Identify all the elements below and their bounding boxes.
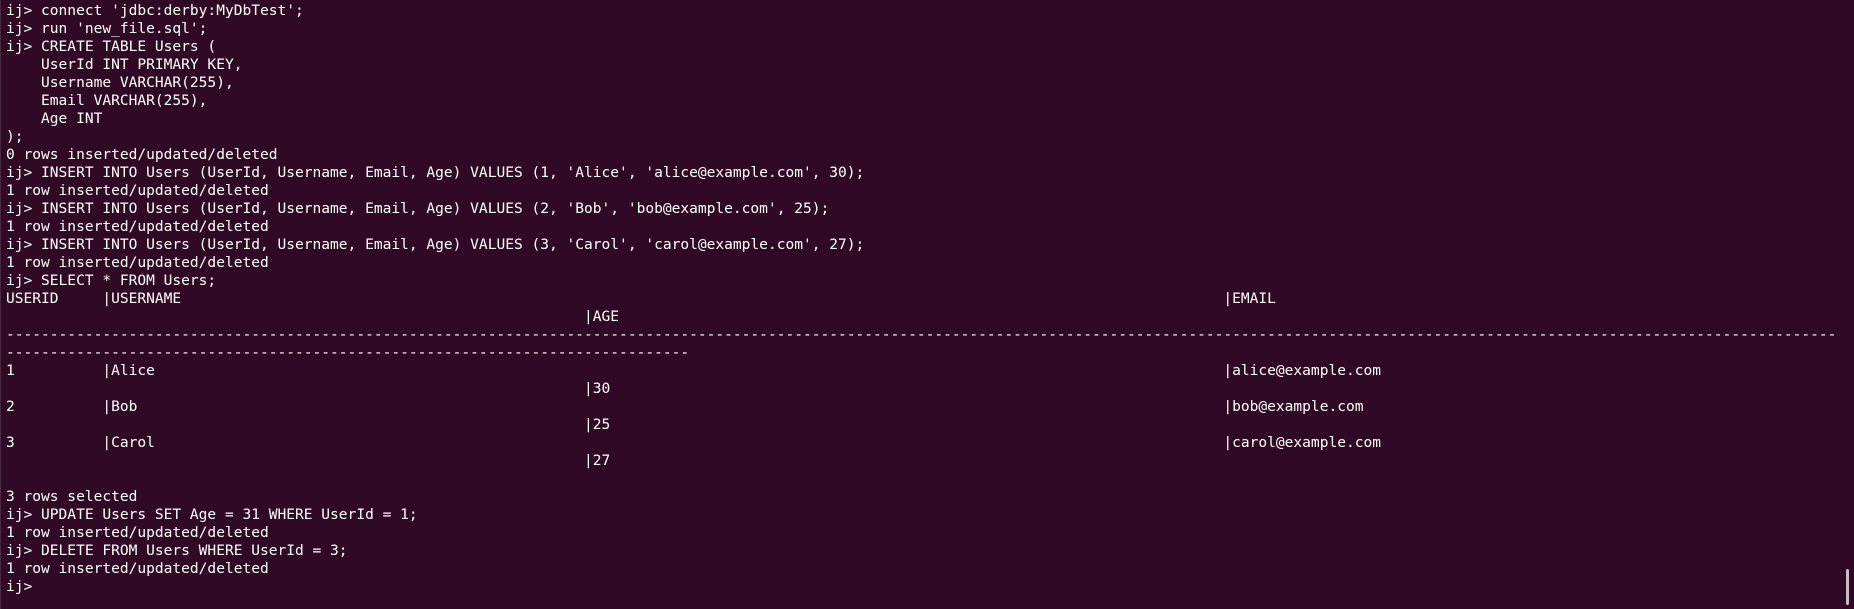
terminal-line: |27 bbox=[6, 452, 611, 469]
terminal-line: Age INT bbox=[6, 110, 103, 127]
terminal-line: |AGE bbox=[6, 308, 620, 325]
terminal-output: ij> connect 'jdbc:derby:MyDbTest'; ij> ru… bbox=[6, 2, 1834, 596]
terminal-line: Username VARCHAR(255), bbox=[6, 74, 234, 91]
terminal-line: 1 row inserted/updated/deleted bbox=[6, 524, 269, 541]
terminal-line: ----------------------------------------… bbox=[6, 326, 1834, 343]
terminal-line: ij> INSERT INTO Users (UserId, Username,… bbox=[6, 200, 830, 217]
terminal-line: ij> INSERT INTO Users (UserId, Username,… bbox=[6, 236, 865, 253]
terminal-line: UserId INT PRIMARY KEY, bbox=[6, 56, 243, 73]
scrollbar-thumb[interactable] bbox=[1846, 569, 1849, 605]
terminal-line: ij> CREATE TABLE Users ( bbox=[6, 38, 217, 55]
terminal-line: 3 |Carol |carol@example.com bbox=[6, 434, 1382, 451]
terminal-line: ij> connect 'jdbc:derby:MyDbTest'; bbox=[6, 2, 304, 19]
terminal-line: ij> INSERT INTO Users (UserId, Username,… bbox=[6, 164, 865, 181]
scrollbar[interactable] bbox=[1840, 0, 1854, 609]
terminal-line: 1 row inserted/updated/deleted bbox=[6, 254, 269, 271]
terminal-line: ij> SELECT * FROM Users; bbox=[6, 272, 217, 289]
terminal-window[interactable]: ij> connect 'jdbc:derby:MyDbTest'; ij> ru… bbox=[0, 0, 1854, 609]
terminal-line: 1 row inserted/updated/deleted bbox=[6, 182, 269, 199]
prompt-text: ij> bbox=[6, 578, 33, 595]
terminal-line: ij> run 'new_file.sql'; bbox=[6, 20, 208, 37]
terminal-line: |25 bbox=[6, 416, 611, 433]
terminal-line: 3 rows selected bbox=[6, 488, 138, 505]
terminal-line: 1 |Alice |alice@example.com bbox=[6, 362, 1382, 379]
terminal-line: ij> DELETE FROM Users WHERE UserId = 3; bbox=[6, 542, 348, 559]
terminal-line: 1 row inserted/updated/deleted bbox=[6, 218, 269, 235]
terminal-line: 0 rows inserted/updated/deleted bbox=[6, 146, 278, 163]
terminal-line: ----------------------------------------… bbox=[6, 344, 690, 361]
cursor bbox=[41, 578, 50, 594]
terminal-line: USERID |USERNAME |EMAIL bbox=[6, 290, 1276, 307]
terminal-line: 2 |Bob |bob@example.com bbox=[6, 398, 1364, 415]
terminal-line: |30 bbox=[6, 380, 611, 397]
prompt-line[interactable]: ij> bbox=[6, 578, 1834, 596]
terminal-line: ij> UPDATE Users SET Age = 31 WHERE User… bbox=[6, 506, 418, 523]
terminal-line: ); bbox=[6, 128, 24, 145]
terminal-line: 1 row inserted/updated/deleted bbox=[6, 560, 269, 577]
terminal-line: Email VARCHAR(255), bbox=[6, 92, 208, 109]
